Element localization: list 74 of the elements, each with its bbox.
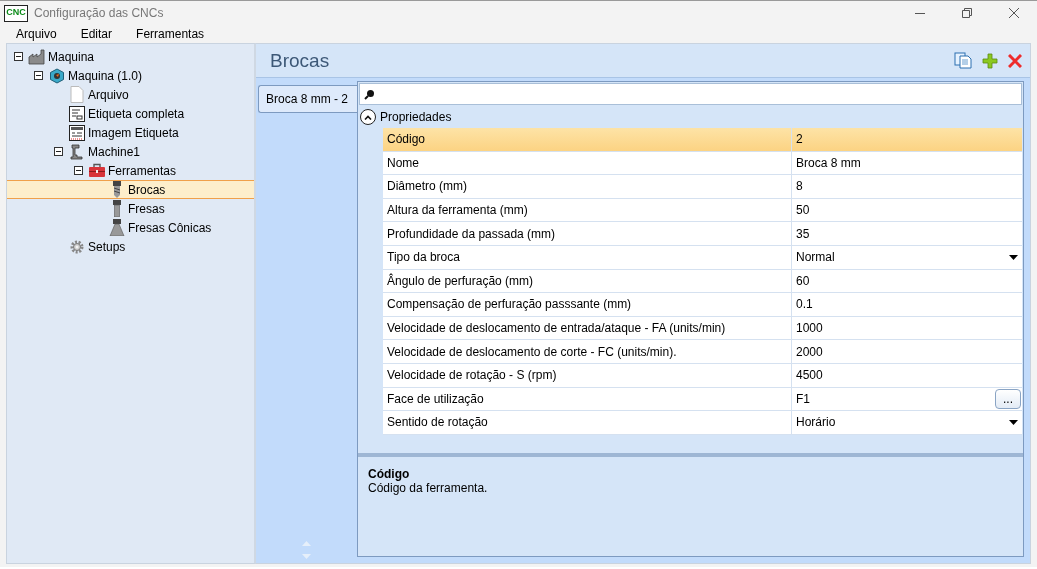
tree-item[interactable]: Maquina (1.0) [67, 68, 143, 83]
tree-item[interactable]: Arquivo [87, 87, 129, 102]
search-field[interactable] [359, 83, 1022, 105]
description-text: Código da ferramenta. [368, 480, 489, 495]
property-name[interactable]: Altura da ferramenta (mm) [383, 198, 791, 222]
property-name[interactable]: Compensação de perfuração passsante (mm) [383, 293, 791, 316]
collapse-toggle[interactable] [53, 147, 63, 156]
property-value[interactable]: 50 [796, 203, 810, 218]
tab[interactable]: Broca 8 mm - 2 [258, 85, 357, 113]
tapered-mill-icon [109, 219, 125, 236]
tree-item[interactable]: Machine1 [87, 144, 141, 159]
tree-item[interactable]: Etiqueta completa [87, 106, 185, 121]
description-title: Código [368, 466, 411, 481]
image-form-icon [69, 124, 85, 141]
category-label: Propriedades [380, 110, 452, 124]
property-name[interactable]: Velocidade de deslocamento de entrada/ataque - FA (units/min) [383, 316, 791, 340]
toolbox-icon [88, 163, 106, 178]
minimize-icon[interactable] [914, 12, 925, 14]
collapse-toggle[interactable] [73, 166, 83, 175]
copy-icon[interactable] [954, 52, 972, 69]
property-name[interactable]: Profundidade da passada (mm) [383, 222, 791, 245]
search-icon [364, 88, 375, 100]
app-logo: CNC [4, 4, 28, 22]
machine-icon [69, 143, 85, 160]
caret-icon[interactable] [1009, 254, 1018, 260]
tree-item[interactable]: Imagem Etiqueta [87, 125, 179, 140]
collapse-toggle[interactable] [13, 52, 23, 61]
property-value[interactable]: 2000 [796, 344, 823, 359]
property-name[interactable]: Sentido de rotação [383, 411, 791, 434]
menu-item[interactable]: Arquivo [9, 27, 64, 41]
menu-item[interactable]: Editar [73, 27, 120, 41]
property-value[interactable]: 0.1 [796, 297, 813, 312]
ellipsis-button[interactable]: ... [995, 388, 1021, 409]
property-name[interactable]: Velocidade de deslocamento de corte - FC (units/min). [383, 340, 791, 363]
collapse-toggle[interactable] [33, 71, 43, 80]
property-value[interactable]: 2 [796, 132, 803, 147]
restore-icon[interactable] [961, 8, 972, 18]
property-name[interactable]: Ângulo de perfuração (mm) [383, 269, 791, 293]
tree-item[interactable]: Setups [87, 239, 126, 254]
delete-icon[interactable] [1008, 53, 1022, 68]
chevron-icon [364, 114, 372, 120]
property-name[interactable]: Velocidade de rotação - S (rpm) [383, 363, 791, 387]
menu-item[interactable]: Ferramentas [129, 27, 212, 41]
caret-icon[interactable] [1009, 419, 1018, 425]
property-value[interactable]: 8 [796, 179, 803, 194]
property-name[interactable]: Tipo da broca [383, 245, 791, 269]
tree-item[interactable]: Fresas [127, 201, 165, 216]
tree-item[interactable]: Ferramentas [107, 163, 177, 178]
property-value[interactable]: 60 [796, 273, 810, 288]
tree-item[interactable]: Brocas [127, 182, 166, 197]
property-value[interactable]: Broca 8 mm [796, 155, 861, 170]
panel-title: Brocas [270, 49, 331, 72]
gear-icon [69, 238, 85, 255]
form-icon [69, 105, 85, 122]
tree-item[interactable]: Maquina [47, 49, 95, 64]
property-name[interactable]: Nome [383, 151, 791, 175]
end-mill-icon [112, 200, 122, 217]
collapse-toggle[interactable] [360, 109, 376, 125]
property-name[interactable]: Diâmetro (mm) [383, 175, 791, 198]
drill-bit-icon [112, 181, 122, 198]
factory-icon [28, 48, 46, 65]
document-icon [70, 86, 84, 103]
property-value[interactable]: 4500 [796, 368, 823, 383]
property-name[interactable]: Face de utilização [383, 387, 791, 411]
property-value[interactable]: 1000 [796, 321, 823, 336]
window-title: Configuração das CNCs [34, 6, 164, 20]
property-value[interactable]: 35 [796, 226, 810, 241]
close-icon[interactable] [1008, 8, 1019, 18]
cube-icon [49, 67, 65, 84]
property-value[interactable]: F1 [796, 391, 810, 406]
property-value[interactable]: Normal [796, 250, 835, 265]
property-name[interactable]: Código [383, 128, 791, 151]
tree-item[interactable]: Fresas Cônicas [127, 220, 212, 235]
property-value[interactable]: Horário [796, 415, 836, 430]
